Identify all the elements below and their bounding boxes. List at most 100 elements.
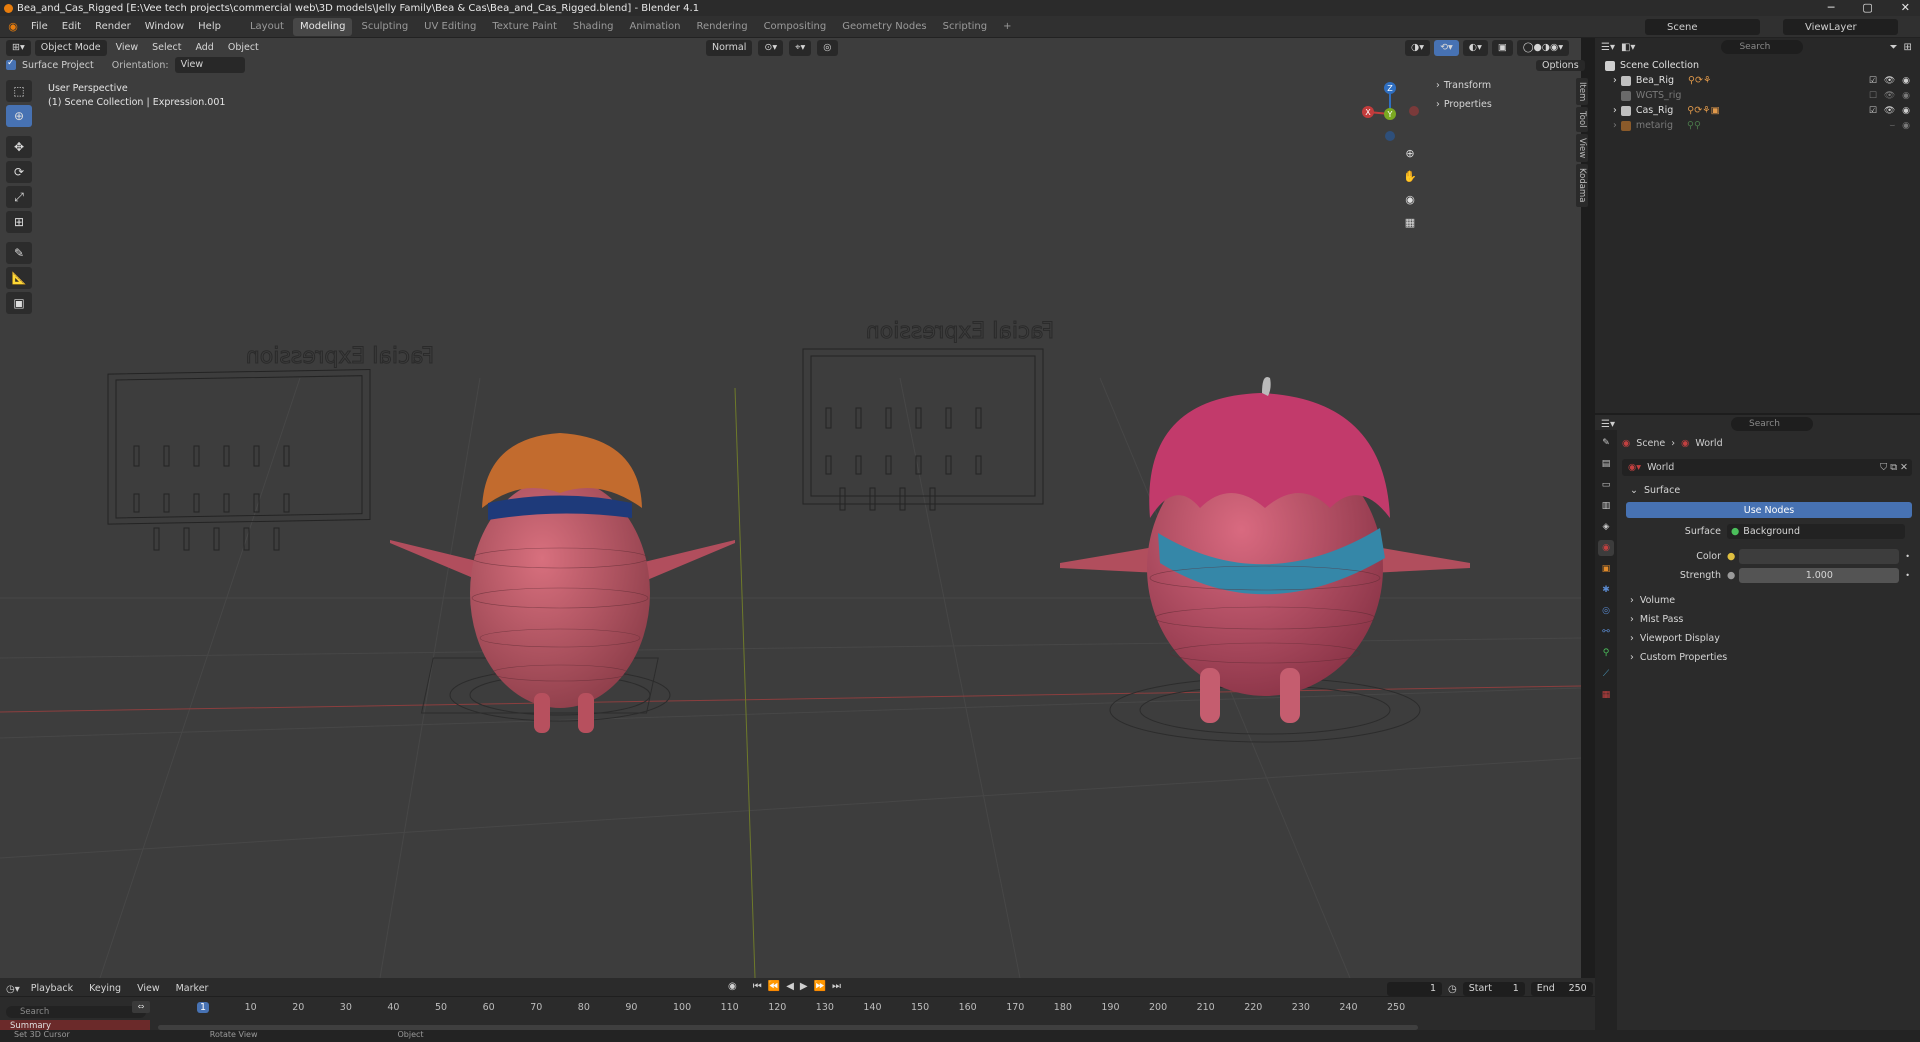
outliner-item-bea-rig[interactable]: › Bea_Rig ⚲⟳⚘ ☑ 👁 ◉	[1595, 73, 1920, 88]
tab-view[interactable]: View	[1576, 133, 1588, 163]
tab-modeling[interactable]: Modeling	[292, 17, 353, 36]
overlay-toggle-icon[interactable]: ◐▾	[1462, 40, 1488, 56]
armature-data-tab-icon[interactable]: ⚲	[1598, 645, 1614, 661]
visibility-icon[interactable]: ◑▾	[1405, 40, 1431, 56]
view-layer-tab-icon[interactable]: ▥	[1598, 498, 1614, 514]
rotate-tool-icon[interactable]: ⟳	[6, 161, 32, 183]
tab-shading[interactable]: Shading	[566, 18, 621, 36]
pivot-icon[interactable]: ⊙▾	[758, 40, 784, 56]
render-tab-icon[interactable]: ▤	[1598, 456, 1614, 472]
outliner-search-input[interactable]: Search	[1721, 40, 1804, 54]
visibility-toggles-icon[interactable]: ⌣ ◉	[1889, 121, 1912, 131]
output-tab-icon[interactable]: ▭	[1598, 477, 1614, 493]
shading-modes-icon[interactable]: ◯●◑◉▾	[1516, 40, 1570, 56]
viewport-display-panel-header[interactable]: › Viewport Display	[1622, 629, 1920, 648]
gizmo-toggle-icon[interactable]: ⟲▾	[1434, 40, 1459, 56]
scene-tab-icon[interactable]: ◈	[1598, 519, 1614, 535]
menu-help[interactable]: Help	[191, 16, 228, 38]
constraints-tab-icon[interactable]: ⚯	[1598, 624, 1614, 640]
scale-tool-icon[interactable]: ⤢	[6, 186, 32, 208]
custom-properties-panel-header[interactable]: › Custom Properties	[1622, 648, 1920, 667]
start-frame-field[interactable]: Start 1	[1462, 982, 1525, 996]
neg-z-axis-icon[interactable]	[1385, 131, 1395, 141]
scene-selector[interactable]: Scene	[1645, 19, 1760, 35]
properties-search-input[interactable]: Search	[1730, 417, 1813, 431]
object-tab-icon[interactable]: ▣	[1598, 561, 1614, 577]
transform-panel-header[interactable]: › Transform	[1436, 76, 1566, 95]
proportional-edit-icon[interactable]: ◎	[817, 40, 838, 56]
visibility-toggles-icon[interactable]: ☑ 👁 ◉	[1869, 106, 1912, 116]
menu-marker[interactable]: Marker	[171, 981, 214, 997]
tab-kodama[interactable]: Kodama	[1576, 164, 1588, 207]
xray-toggle-icon[interactable]: ▣	[1491, 40, 1513, 56]
zoom-icon[interactable]: ⊕	[1400, 143, 1420, 163]
neg-x-axis-icon[interactable]	[1409, 106, 1419, 116]
menu-render[interactable]: Render	[88, 16, 138, 38]
keyframe-dot-icon[interactable]: •	[1905, 571, 1910, 580]
play-reverse-icon[interactable]: ◀	[786, 981, 794, 992]
mist-pass-panel-header[interactable]: › Mist Pass	[1622, 610, 1920, 629]
close-icon[interactable]: ✕	[1901, 0, 1910, 16]
tab-texture-paint[interactable]: Texture Paint	[485, 18, 564, 36]
world-datablock-selector[interactable]: ◉▾ World ⛉ ⧉ ✕	[1622, 459, 1912, 476]
scene-collection-row[interactable]: Scene Collection	[1595, 58, 1920, 73]
surface-project-checkbox[interactable]	[6, 58, 16, 70]
menu-select[interactable]: Select	[147, 40, 186, 56]
ortho-grid-icon[interactable]: ▦	[1400, 212, 1420, 232]
properties-panel-header[interactable]: › Properties	[1436, 95, 1566, 114]
outliner-item-cas-rig[interactable]: › Cas_Rig ⚲⟳⚘▣ ☑ 👁 ◉	[1595, 103, 1920, 118]
modifier-tab-icon[interactable]: ✱	[1598, 582, 1614, 598]
jump-keyframe-forward-icon[interactable]: ⏩	[814, 981, 826, 992]
view-layer-selector[interactable]: ViewLayer	[1783, 19, 1898, 35]
frame-ruler[interactable]: 1 10 20 30 40 50 60 70 80 90 100 110 120 130 140 150 160…	[155, 999, 1425, 1016]
tool-tab-icon[interactable]: ✎	[1598, 435, 1614, 451]
outliner-item-wgts-rig[interactable]: › WGTS_rig ☐ 👁 ◉	[1595, 88, 1920, 103]
menu-view[interactable]: View	[111, 40, 144, 56]
pan-hand-icon[interactable]: ✋	[1400, 166, 1420, 186]
new-collection-icon[interactable]: ⊞	[1903, 42, 1911, 53]
physics-tab-icon[interactable]: ◎	[1598, 603, 1614, 619]
options-dropdown[interactable]: Options	[1536, 58, 1585, 74]
mode-selector[interactable]: Object Mode	[34, 40, 107, 56]
menu-timeline-view[interactable]: View	[132, 981, 165, 997]
add-cube-tool-icon[interactable]: ▣	[6, 292, 32, 314]
strength-field[interactable]: 1.000	[1739, 568, 1900, 583]
expand-arrow-icon[interactable]: ›	[1613, 120, 1617, 131]
move-tool-icon[interactable]: ✥	[6, 136, 32, 158]
annotate-tool-icon[interactable]: ✎	[6, 242, 32, 264]
add-workspace-icon[interactable]: +	[996, 18, 1018, 36]
snap-icon[interactable]: ⌖▾	[789, 40, 812, 56]
color-swatch[interactable]	[1739, 549, 1900, 564]
properties-editor-icon[interactable]: ☰▾	[1601, 419, 1615, 430]
outliner-item-metarig[interactable]: › metarig ⚲⚲ ⌣ ◉	[1595, 118, 1920, 133]
menu-edit[interactable]: Edit	[55, 16, 88, 38]
jump-start-icon[interactable]: ⏮	[753, 981, 762, 992]
menu-playback[interactable]: Playback	[26, 981, 78, 997]
volume-panel-header[interactable]: › Volume	[1622, 591, 1920, 610]
record-icon[interactable]: ◉	[728, 981, 737, 992]
menu-window[interactable]: Window	[138, 16, 191, 38]
keyframe-dot-icon[interactable]: •	[1905, 552, 1910, 561]
jump-keyframe-back-icon[interactable]: ⏪	[768, 981, 780, 992]
menu-keying[interactable]: Keying	[84, 981, 126, 997]
visibility-toggles-icon[interactable]: ☐ 👁 ◉	[1869, 91, 1912, 101]
expand-arrow-icon[interactable]: ›	[1613, 105, 1617, 116]
tab-uv-editing[interactable]: UV Editing	[417, 18, 483, 36]
surface-shader-field[interactable]: ● Background	[1727, 524, 1905, 539]
datablock-actions-icon[interactable]: ⛉ ⧉ ✕	[1880, 462, 1908, 473]
world-tab-icon[interactable]: ◉	[1598, 540, 1614, 556]
transform-tool-icon[interactable]: ⊞	[6, 211, 32, 233]
select-box-tool-icon[interactable]: ⬚	[6, 80, 32, 102]
use-nodes-button[interactable]: Use Nodes	[1626, 502, 1912, 518]
jump-end-icon[interactable]: ⏭	[832, 981, 841, 992]
minimize-icon[interactable]: ─	[1828, 0, 1835, 16]
surface-panel-header[interactable]: ⌄ Surface	[1622, 481, 1920, 500]
timeline-search-input[interactable]: Search	[6, 1006, 146, 1018]
clock-icon[interactable]: ◷	[1448, 984, 1457, 995]
tab-item[interactable]: Item	[1576, 78, 1588, 106]
end-frame-field[interactable]: End 250	[1530, 982, 1593, 996]
editor-type-icon[interactable]: ⊞▾	[6, 40, 31, 56]
menu-object[interactable]: Object	[223, 40, 264, 56]
measure-tool-icon[interactable]: 📐	[6, 267, 32, 289]
filter-icon[interactable]: ⏷	[1889, 42, 1897, 53]
